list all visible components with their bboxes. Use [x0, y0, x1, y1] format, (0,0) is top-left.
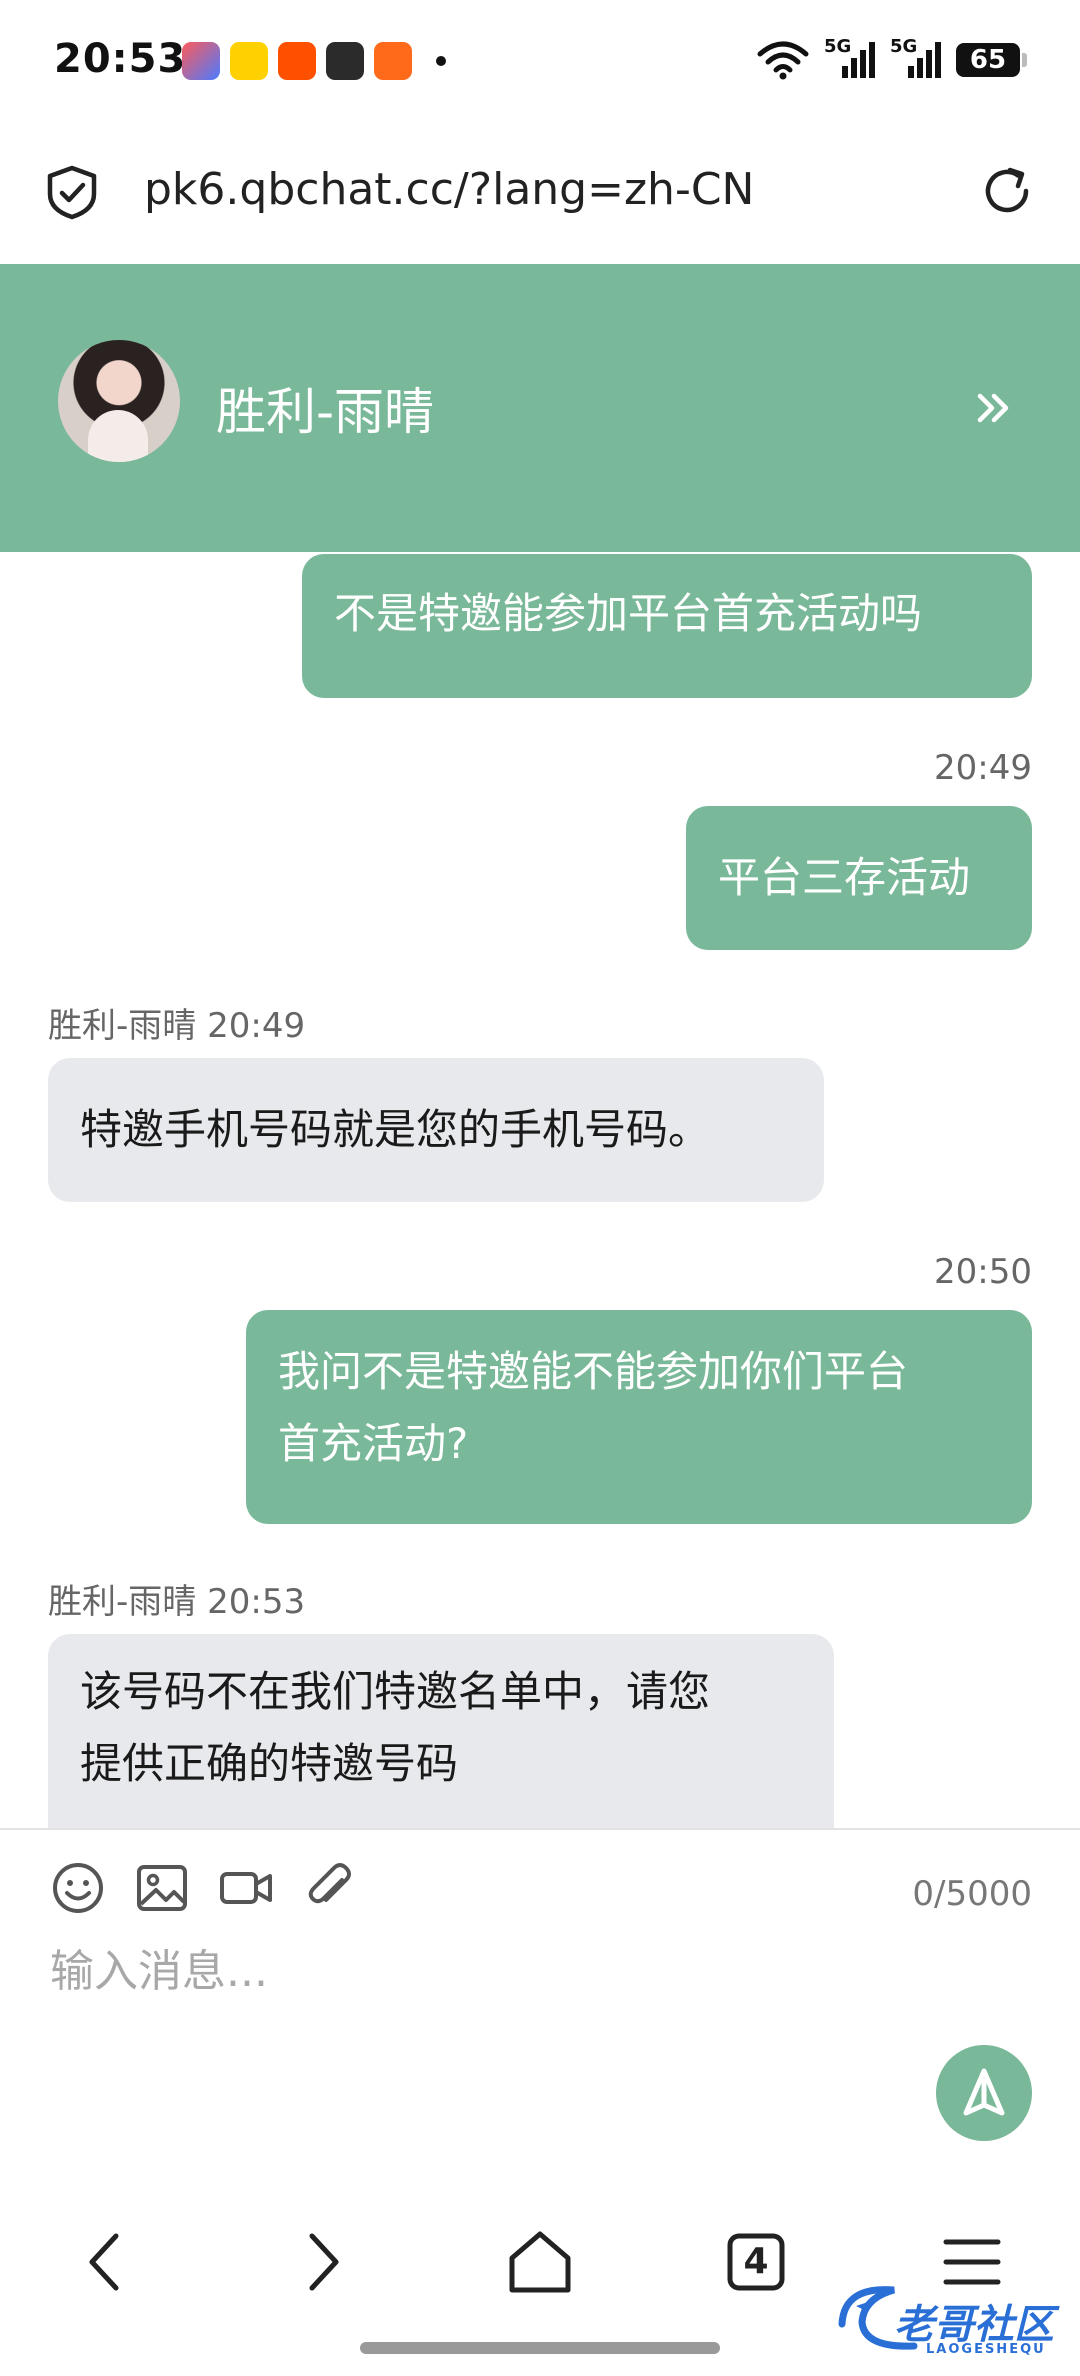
reload-icon[interactable]: [978, 162, 1036, 220]
message-bubble-outgoing[interactable]: 我问不是特邀能不能参加你们平台 首充活动?: [246, 1310, 1032, 1524]
status-bar: 20:53 5G 5G 65: [0, 0, 1080, 120]
back-icon[interactable]: [66, 2222, 146, 2302]
tab-count: 4: [743, 2241, 769, 2282]
message-timestamp: 20:53: [207, 1582, 306, 1622]
wifi-icon: [757, 41, 809, 80]
message-bubble-incoming[interactable]: 该号码不在我们特邀名单中，请您 提供正确的特邀号码: [48, 1634, 834, 1828]
sender-meta: 胜利-雨晴 20:53: [48, 1574, 305, 1623]
browser-bottom-nav: 4 老哥社区 LAOGESHEQU: [0, 2168, 1080, 2376]
message-text-line: 提供正确的特邀号码: [80, 1739, 459, 1788]
contact-avatar[interactable]: [58, 340, 180, 462]
message-text-line: 首充活动?: [278, 1419, 469, 1468]
signal-icon-2: 5G: [890, 36, 942, 80]
sender-name: 胜利-雨晴: [48, 1006, 197, 1046]
message-composer: 0/5000: [0, 1828, 1080, 2170]
url-text[interactable]: pk6.qbchat.cc/?lang=zh-CN: [144, 164, 754, 215]
send-button[interactable]: [936, 2045, 1032, 2141]
home-indicator[interactable]: [360, 2342, 720, 2354]
message-text-line: 我问不是特邀能不能参加你们平台: [278, 1347, 909, 1396]
signal-icon-1: 5G: [824, 36, 876, 80]
character-counter: 0/5000: [912, 1874, 1032, 1914]
sender-name: 胜利-雨晴: [48, 1582, 197, 1622]
app-icon-taobao: [278, 42, 316, 80]
message-text: 不是特邀能参加平台首充活动吗: [334, 589, 923, 638]
home-icon[interactable]: [500, 2222, 580, 2302]
attachment-icon[interactable]: [302, 1860, 358, 1916]
app-icon-orange: [374, 42, 412, 80]
image-icon[interactable]: [134, 1860, 190, 1916]
battery-icon: 65: [956, 43, 1027, 77]
watermark-subtext: LAOGESHEQU: [926, 2342, 1046, 2357]
browser-address-bar: pk6.qbchat.cc/?lang=zh-CN: [0, 120, 1080, 264]
message-text: 特邀手机号码就是您的手机号码。: [80, 1105, 711, 1154]
message-timestamp: 20:50: [934, 1252, 1032, 1292]
send-icon: [963, 2068, 1005, 2116]
status-time: 20:53: [54, 36, 187, 82]
tabs-button[interactable]: 4: [716, 2222, 796, 2302]
security-shield-icon[interactable]: [44, 164, 100, 220]
notification-icons: [182, 42, 446, 80]
emoji-icon[interactable]: [50, 1860, 106, 1916]
message-list[interactable]: 不是特邀能参加平台首充活动吗 20:49 平台三存活动 胜利-雨晴 20:49 …: [0, 552, 1080, 1828]
watermark-logo: 老哥社区 LAOGESHEQU: [834, 2276, 1064, 2366]
more-notifications-dot: [436, 56, 446, 66]
message-text: 平台三存活动: [718, 853, 971, 902]
sender-meta: 胜利-雨晴 20:49: [48, 998, 305, 1047]
forward-icon[interactable]: [282, 2222, 362, 2302]
message-bubble-outgoing[interactable]: 不是特邀能参加平台首充活动吗: [302, 554, 1032, 698]
message-timestamp: 20:49: [934, 748, 1032, 788]
contact-name: 胜利-雨晴: [216, 383, 435, 441]
video-icon[interactable]: [218, 1860, 274, 1916]
chevron-double-right-icon[interactable]: [974, 388, 1014, 428]
message-timestamp: 20:49: [207, 1006, 306, 1046]
app-icon-meituan: [230, 42, 268, 80]
message-bubble-incoming[interactable]: 特邀手机号码就是您的手机号码。: [48, 1058, 824, 1202]
message-text-line: 该号码不在我们特邀名单中，请您: [80, 1667, 711, 1716]
app-icon-lottery: [326, 42, 364, 80]
system-icons: 5G 5G 65: [756, 36, 1027, 80]
app-icon-star: [182, 42, 220, 80]
chat-header: 胜利-雨晴: [0, 264, 1080, 552]
message-input[interactable]: [48, 1930, 1032, 2012]
message-bubble-outgoing[interactable]: 平台三存活动: [686, 806, 1032, 950]
